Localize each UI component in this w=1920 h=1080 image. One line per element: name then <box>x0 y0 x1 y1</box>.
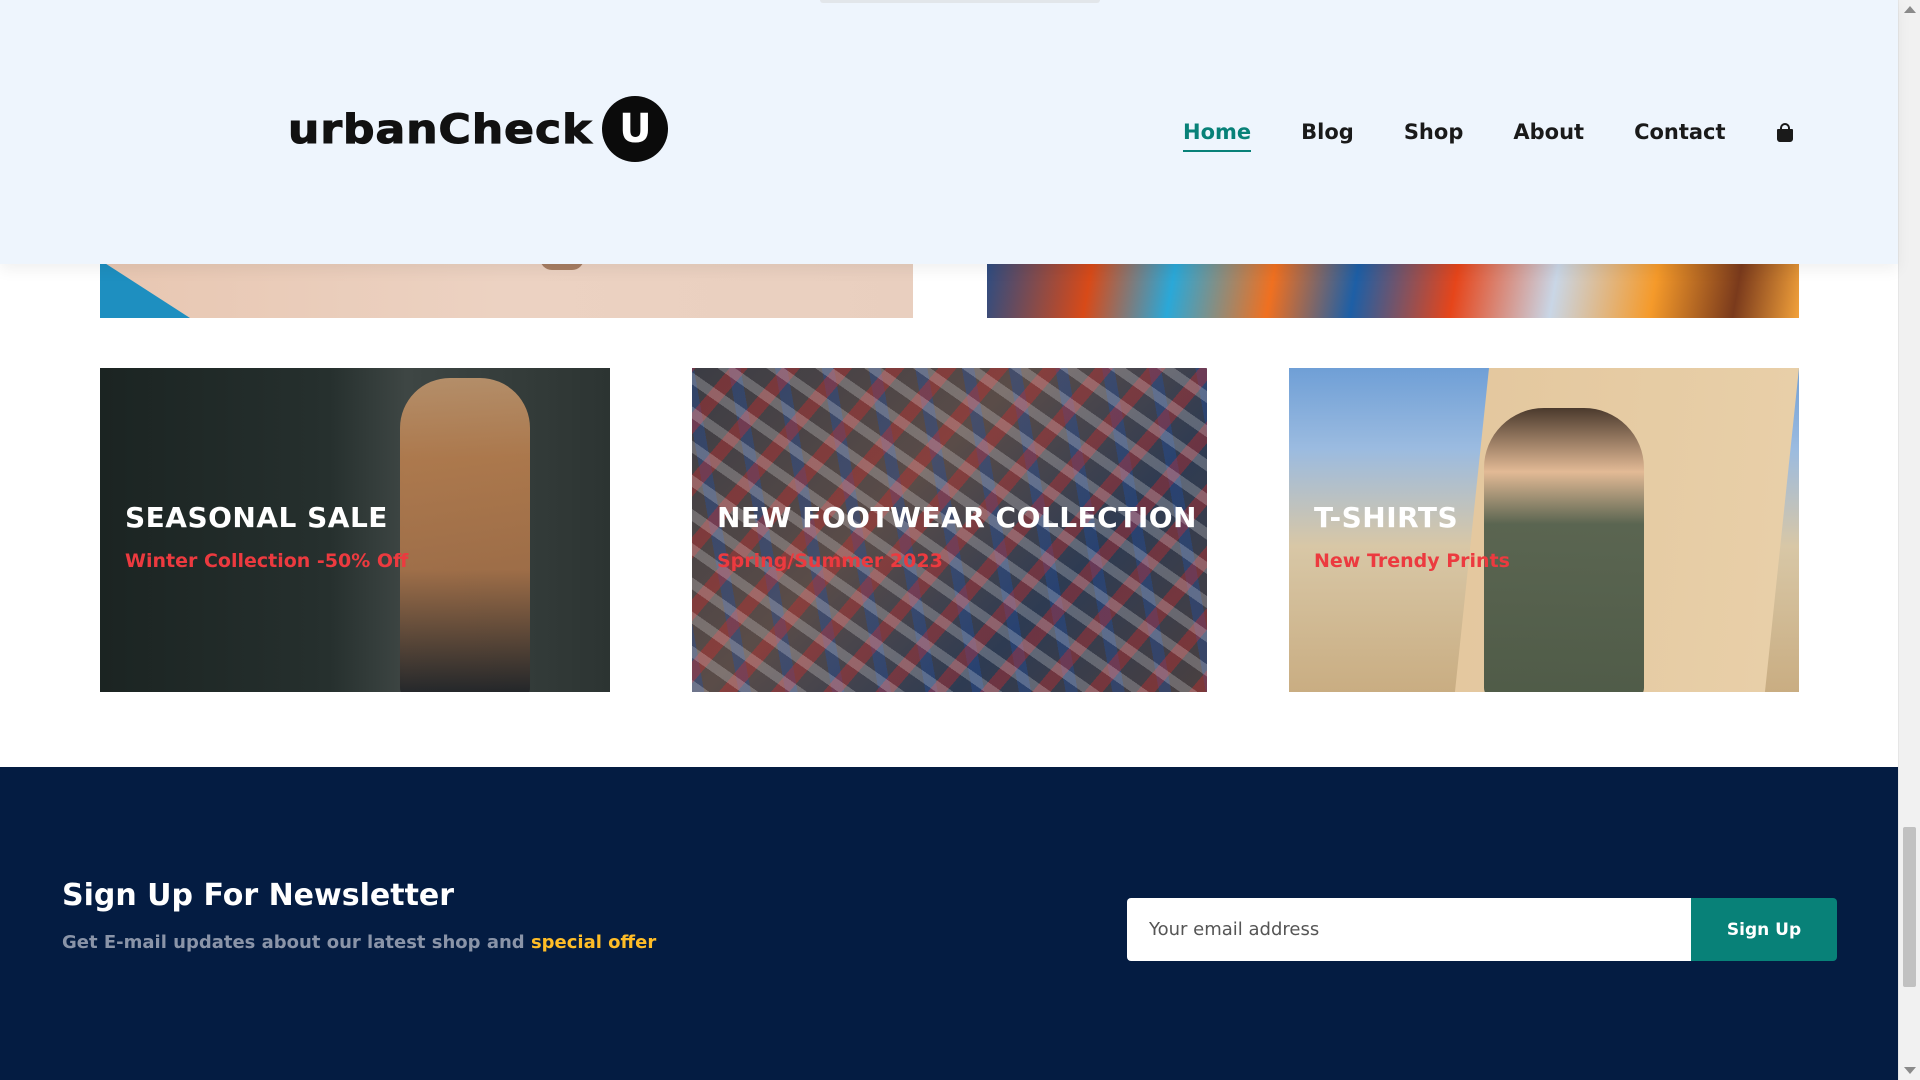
category-card-t-shirts[interactable]: T-SHIRTS New Trendy Prints <box>1289 368 1799 692</box>
logo-text: urbanCheck <box>287 105 593 153</box>
card-title: SEASONAL SALE <box>125 501 388 534</box>
newsletter-title: Sign Up For Newsletter <box>62 878 455 913</box>
card-title: T-SHIRTS <box>1314 501 1459 534</box>
newsletter-highlight: special offer <box>530 932 657 953</box>
nav-contact[interactable]: Contact <box>1634 120 1726 144</box>
card-photo <box>400 378 530 692</box>
nav-about[interactable]: About <box>1513 120 1584 144</box>
nav-blog[interactable]: Blog <box>1301 120 1354 144</box>
card-text: NEW FOOTWEAR COLLECTION Spring/Summer 20… <box>717 501 1197 572</box>
category-card-footwear[interactable]: NEW FOOTWEAR COLLECTION Spring/Summer 20… <box>692 368 1207 692</box>
category-card-seasonal-sale[interactable]: SEASONAL SALE Winter Collection -50% Off <box>100 368 610 692</box>
vertical-scrollbar[interactable] <box>1898 0 1920 1080</box>
newsletter-form: Sign Up <box>1127 898 1837 961</box>
nav-shop[interactable]: Shop <box>1404 120 1464 144</box>
card-subtitle: Winter Collection -50% Off <box>125 550 409 572</box>
card-subtitle: Spring/Summer 2023 <box>717 550 943 572</box>
site-logo[interactable]: urbanCheck U <box>287 96 669 162</box>
card-title: NEW FOOTWEAR COLLECTION <box>717 501 1197 534</box>
banner-decoration <box>100 260 190 318</box>
page: urbanCheck U Home Blog Shop About Contac… <box>0 0 1920 1080</box>
newsletter-description: Get E-mail updates about our latest shop… <box>62 932 656 953</box>
newsletter-section: Sign Up For Newsletter Get E-mail update… <box>0 767 1898 1080</box>
newsletter-description-text: Get E-mail updates about our latest shop… <box>62 932 531 953</box>
nav-home[interactable]: Home <box>1183 120 1252 152</box>
email-field[interactable] <box>1127 898 1691 961</box>
main-nav: Home Blog Shop About Contact <box>1183 120 1794 152</box>
scroll-down-arrow-icon[interactable] <box>1904 1067 1916 1074</box>
header-divider <box>820 0 1100 3</box>
scroll-thumb[interactable] <box>1903 827 1916 987</box>
shopping-bag-icon[interactable] <box>1776 122 1794 142</box>
logo-badge: U <box>602 96 669 162</box>
card-text: T-SHIRTS New Trendy Prints <box>1314 501 1510 572</box>
card-subtitle: New Trendy Prints <box>1314 550 1510 572</box>
card-text: SEASONAL SALE Winter Collection -50% Off <box>125 501 408 572</box>
sign-up-button[interactable]: Sign Up <box>1691 898 1837 961</box>
site-header: urbanCheck U Home Blog Shop About Contac… <box>0 0 1898 264</box>
scroll-up-arrow-icon[interactable] <box>1904 6 1916 13</box>
